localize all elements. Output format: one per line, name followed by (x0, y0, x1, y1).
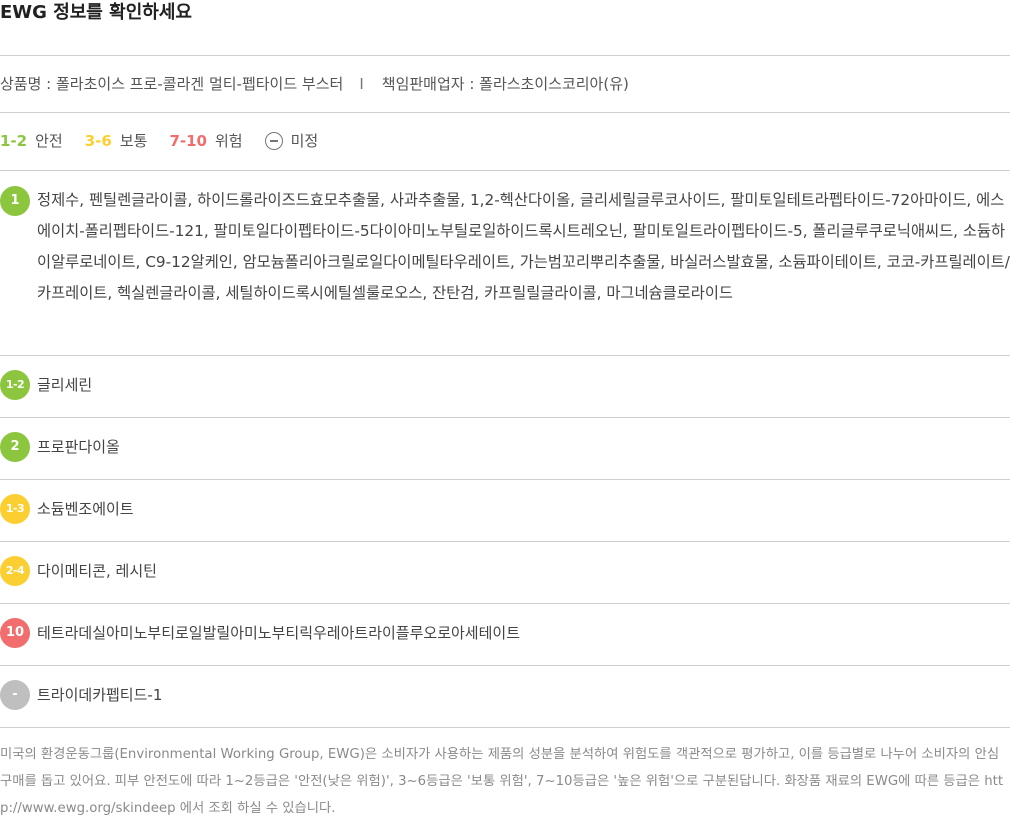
ingredient-list: 다이메티콘, 레시틴 (37, 562, 157, 580)
divider (0, 355, 1010, 356)
divider (0, 665, 1010, 666)
divider (0, 112, 1010, 113)
page-title: EWG 정보를 확인하세요 (0, 2, 192, 23)
ingredient-list: 프로판다이올 (37, 438, 120, 456)
minus-circle-icon (264, 132, 283, 150)
legend-danger-label: 위험 (214, 132, 243, 150)
separator: I (359, 75, 364, 93)
divider (0, 541, 1010, 542)
grade-badge: 2 (0, 432, 30, 462)
seller-name: 책임판매업자 : 폴라스초이스코리아(유) (381, 75, 629, 93)
ingredient-list: 글리세린 (37, 376, 93, 394)
grade-badge: 1-2 (0, 370, 30, 400)
divider (0, 479, 1010, 480)
ingredient-list: 소듐벤조에이트 (37, 500, 134, 518)
grade-badge: 10 (0, 618, 30, 648)
product-name: 상품명 : 폴라초이스 프로-콜라겐 멀티-펩타이드 부스터 (0, 75, 344, 93)
legend-normal-label: 보통 (119, 132, 148, 150)
grade-badge: - (0, 680, 30, 710)
grade-badge: 2-4 (0, 556, 30, 586)
ingredient-list: 정제수, 펜틸렌글라이콜, 하이드롤라이즈드효모추출물, 사과추출물, 1,2-… (37, 191, 1010, 302)
legend-safe-label: 안전 (35, 132, 63, 150)
ewg-disclaimer: 미국의 환경운동그룹(Environmental Working Group, … (0, 747, 1004, 816)
divider (0, 170, 1010, 171)
divider (0, 417, 1010, 418)
product-info: 상품명 : 폴라초이스 프로-콜라겐 멀티-펩타이드 부스터 I 책임판매업자 : … (0, 71, 629, 97)
grade-badge: 1-3 (0, 494, 30, 524)
legend-safe-range: 1-2 (0, 132, 28, 150)
legend-undetermined-label: 미정 (290, 132, 319, 150)
legend-danger-range: 7-10 (169, 132, 207, 150)
legend-normal-range: 3-6 (84, 132, 112, 150)
divider (0, 55, 1010, 56)
ewg-info-panel: EWG 정보를 확인하세요 상품명 : 폴라초이스 프로-콜라겐 멀티-펩타이드… (0, 0, 1010, 824)
grade-badge: 1 (0, 186, 30, 216)
grade-legend: 1-2 안전 3-6 보통 7-10 위험 미정 (0, 129, 340, 153)
divider (0, 727, 1010, 728)
divider (0, 603, 1010, 604)
ingredient-list: 테트라데실아미노부티로일발릴아미노부티릭우레아트라이플루오로아세테이트 (37, 624, 521, 642)
ingredient-list: 트라이데카펩티드-1 (37, 686, 163, 704)
